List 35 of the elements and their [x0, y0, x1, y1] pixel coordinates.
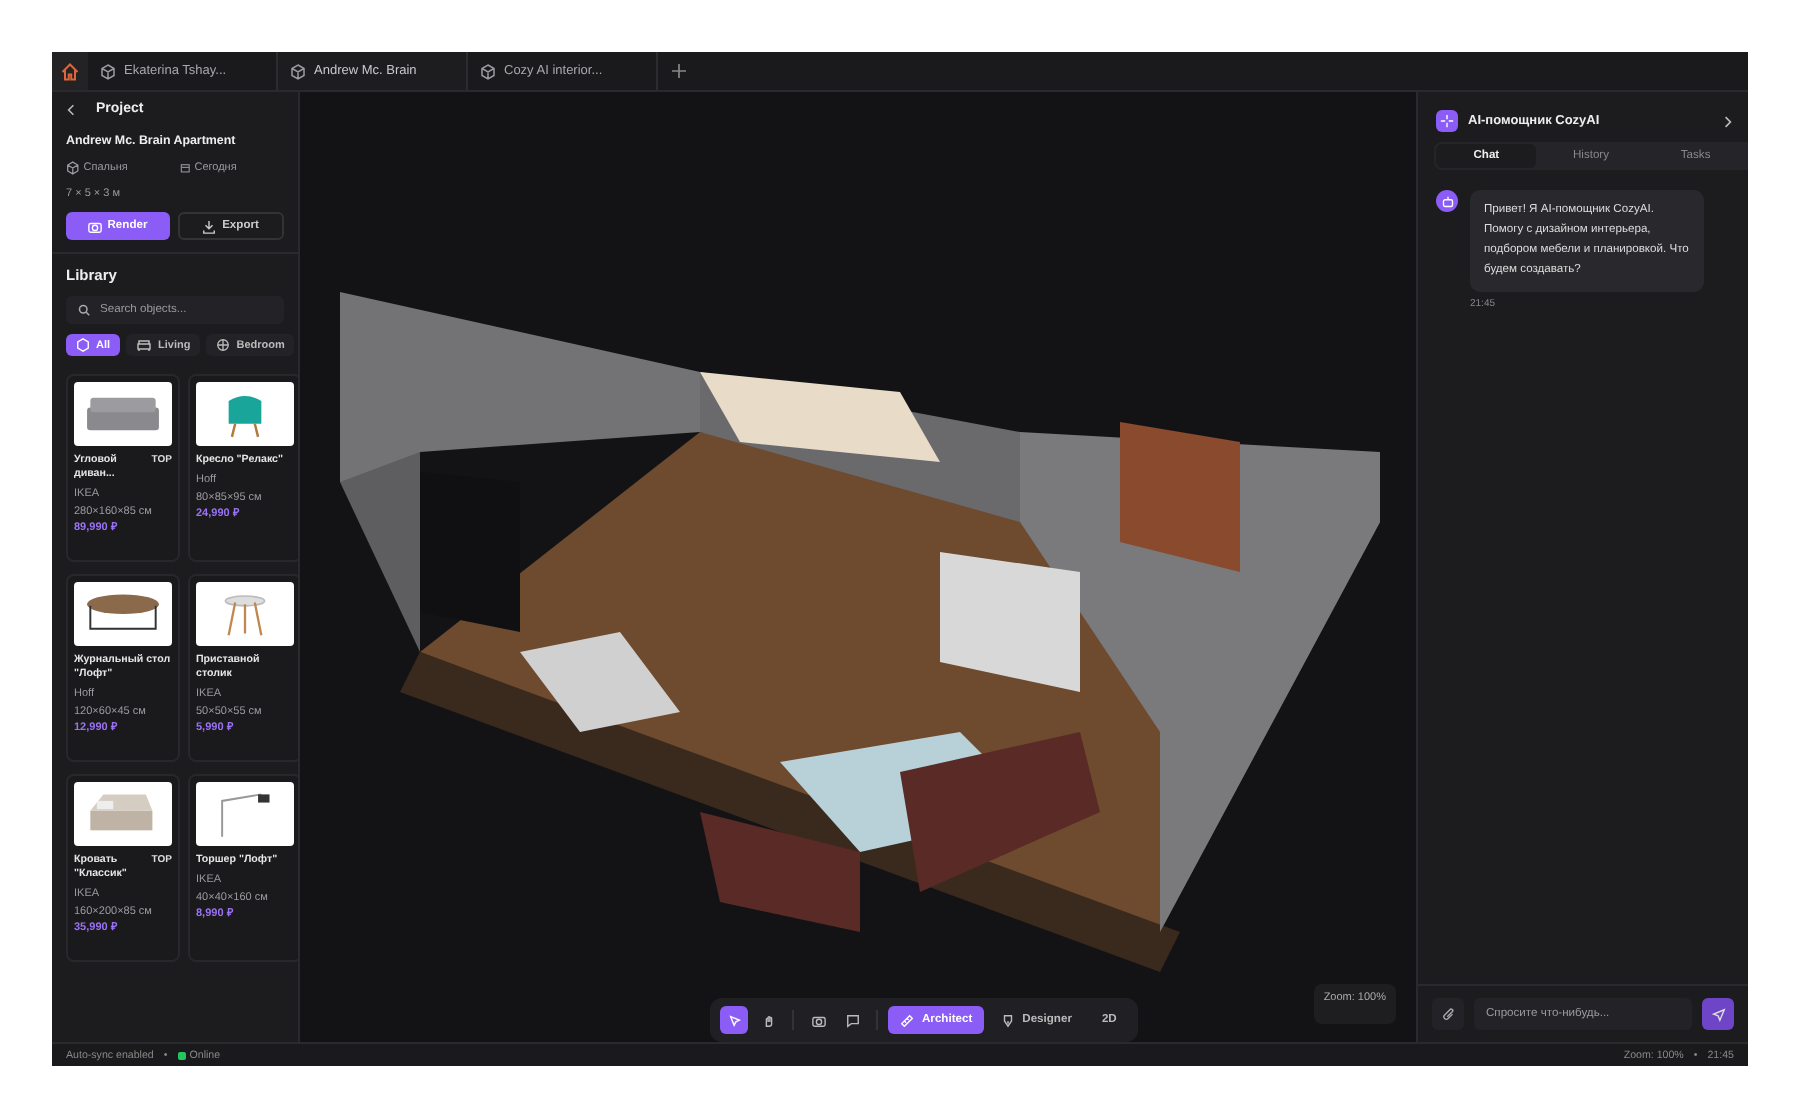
camera-icon [811, 1013, 825, 1027]
online-status-icon [177, 1051, 186, 1059]
product-photo [196, 382, 294, 446]
product-photo [74, 782, 172, 846]
ruler-icon [900, 1013, 914, 1027]
cube-icon [100, 63, 116, 79]
paperclip-icon [1441, 1007, 1455, 1021]
calendar-icon [180, 162, 191, 174]
send-button[interactable] [1702, 998, 1734, 1030]
product-photo [74, 582, 172, 646]
attach-button[interactable] [1432, 998, 1464, 1030]
ball-icon [216, 338, 231, 352]
download-icon [202, 219, 217, 233]
camera-icon [87, 219, 102, 233]
add-icon[interactable] [671, 64, 685, 78]
cube-icon [76, 338, 90, 352]
bot-avatar-icon [1436, 190, 1458, 212]
assistant-logo-icon [1436, 110, 1458, 132]
pen-icon [1002, 1013, 1015, 1027]
search-icon [78, 304, 90, 316]
hand-icon [761, 1013, 775, 1027]
product-photo [196, 782, 294, 846]
cube-icon [66, 160, 80, 176]
chevron-right-icon[interactable] [1724, 115, 1732, 127]
cube-icon [290, 63, 306, 79]
home-icon[interactable] [60, 61, 80, 81]
back-icon[interactable] [66, 103, 76, 115]
product-photo [74, 382, 172, 446]
cursor-icon [727, 1013, 741, 1027]
product-photo [196, 582, 294, 646]
comment-icon [845, 1013, 859, 1027]
send-icon [1711, 1007, 1725, 1021]
sofa-icon [136, 338, 153, 352]
tool-button[interactable] [720, 1006, 748, 1034]
cube-icon [480, 63, 496, 79]
